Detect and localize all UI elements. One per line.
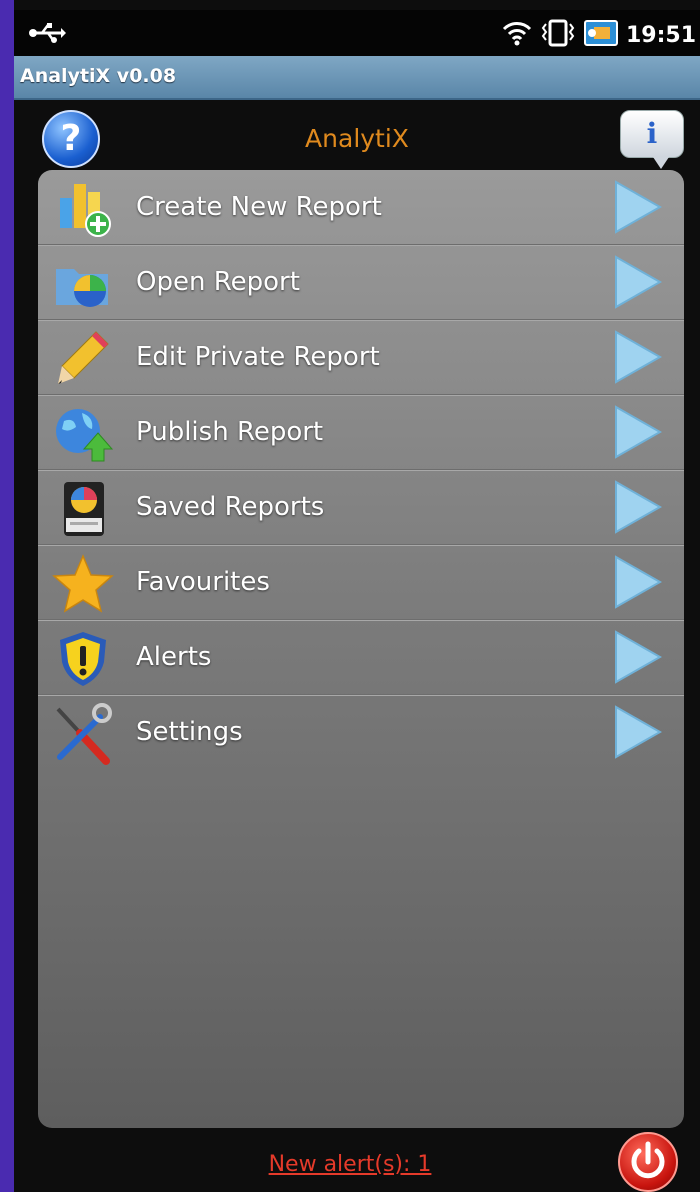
photo-notification-icon [583, 20, 618, 50]
wifi-icon [502, 19, 532, 51]
main-menu: Create New Report Open Report Edit Priva… [38, 170, 684, 1128]
menu-item-publish-report[interactable]: Publish Report [38, 395, 684, 470]
usb-icon [28, 22, 66, 48]
menu-item-open-report[interactable]: Open Report [38, 245, 684, 320]
chevron-right-icon [612, 630, 663, 684]
menu-label: Open Report [136, 267, 300, 297]
saved-reports-icon [52, 478, 114, 540]
app-heading: AnalytiX [305, 124, 409, 153]
new-alerts-link[interactable]: New alert(s): 1 [0, 1152, 700, 1177]
clock: 19:51 [625, 22, 696, 48]
menu-label: Publish Report [136, 417, 324, 447]
star-icon [52, 553, 114, 615]
menu-label: Alerts [136, 642, 212, 672]
chevron-right-icon [612, 705, 663, 759]
menu-item-create-new-report[interactable]: Create New Report [38, 170, 684, 245]
open-report-icon [52, 253, 114, 315]
menu-item-saved-reports[interactable]: Saved Reports [38, 470, 684, 545]
app-header: ? AnalytiX i [14, 100, 700, 169]
title-bar: AnalytiX v0.08 [14, 56, 700, 100]
app-window: 19:51 AnalytiX v0.08 ? AnalytiX i Create… [14, 0, 700, 1192]
vibrate-icon [540, 18, 576, 52]
menu-label: Favourites [136, 567, 270, 597]
chevron-right-icon [612, 180, 663, 234]
status-bar: 19:51 [14, 10, 700, 56]
globe-upload-icon [52, 403, 114, 465]
menu-label: Edit Private Report [136, 342, 380, 372]
status-icons: 19:51 [502, 18, 696, 52]
menu-label: Create New Report [136, 192, 382, 222]
menu-item-favourites[interactable]: Favourites [38, 545, 684, 620]
chevron-right-icon [612, 555, 663, 609]
menu-label: Settings [136, 717, 243, 747]
chevron-right-icon [612, 255, 663, 309]
window-title: AnalytiX v0.08 [20, 65, 177, 87]
pencil-icon [52, 328, 114, 390]
tools-icon [52, 703, 114, 765]
chevron-right-icon [612, 480, 663, 534]
info-icon: i [646, 117, 658, 150]
menu-label: Saved Reports [136, 492, 325, 522]
menu-item-settings[interactable]: Settings [38, 695, 684, 769]
menu-item-edit-private-report[interactable]: Edit Private Report [38, 320, 684, 395]
chevron-right-icon [612, 330, 663, 384]
create-report-icon [52, 178, 114, 240]
shield-alert-icon [52, 628, 114, 690]
chevron-right-icon [612, 405, 663, 459]
menu-item-alerts[interactable]: Alerts [38, 620, 684, 695]
info-button[interactable]: i [620, 110, 684, 169]
